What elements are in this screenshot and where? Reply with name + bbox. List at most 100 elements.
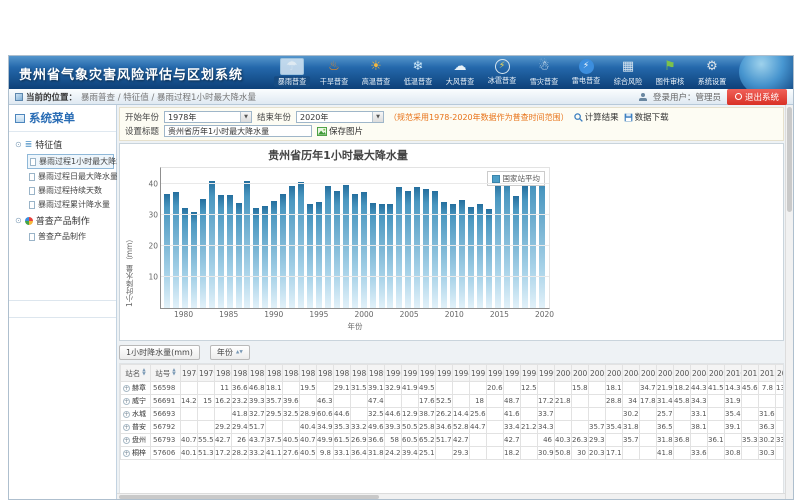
save-disk-icon xyxy=(624,113,633,122)
column-header-1991[interactable]: 1991 xyxy=(402,365,419,382)
column-header-1990[interactable]: 1990 xyxy=(385,365,402,382)
value-cell: 21.2 xyxy=(521,421,538,434)
chart-y-axis-label: 1小时降水量（mm） xyxy=(124,167,135,307)
table-row[interactable]: +盘州5679340.755.542.72643.737.540.540.749… xyxy=(121,434,785,447)
unit-button[interactable]: 1小时降水量(mm) xyxy=(119,345,200,360)
nav-items: ☂暴雨普查♨干旱普查☀高温普查❄低温普查☁大风普查⚡冰雹普查☃雪灾普查⚡雷电普查… xyxy=(273,57,731,87)
nav-item-lowtemp[interactable]: ❄低温普查 xyxy=(399,57,437,87)
tree-item[interactable]: 普查产品制作 xyxy=(27,230,114,243)
nav-item-rainstorm[interactable]: ☂暴雨普查 xyxy=(273,57,311,87)
column-header-1986[interactable]: 1986 xyxy=(317,365,334,382)
horizontal-scrollbar[interactable] xyxy=(117,493,785,500)
value-cell: 39.4 xyxy=(402,447,419,460)
calculate-button[interactable]: 计算结果 xyxy=(574,111,619,123)
column-header-2003[interactable]: 2003 xyxy=(606,365,623,382)
nav-item-wind[interactable]: ☁大风普查 xyxy=(441,57,479,87)
value-cell xyxy=(181,408,198,421)
column-header-1997[interactable]: 1997 xyxy=(504,365,521,382)
nav-item-risk[interactable]: ▦综合风险 xyxy=(609,57,647,87)
end-year-select[interactable]: 2020年 ▼ xyxy=(296,111,384,123)
nav-item-drought[interactable]: ♨干旱普查 xyxy=(315,57,353,87)
nav-item-map-review[interactable]: ⚑图件审核 xyxy=(651,57,689,87)
tree-item[interactable]: 暴雨过程日最大降水量 xyxy=(27,170,114,183)
value-cell xyxy=(470,447,487,460)
nav-item-heat[interactable]: ☀高温普查 xyxy=(357,57,395,87)
column-header-1994[interactable]: 1994 xyxy=(453,365,470,382)
column-header-1982[interactable]: 1982 xyxy=(249,365,266,382)
tree-group-header[interactable]: ⊙≣特征值 xyxy=(11,136,114,153)
expand-row-icon[interactable]: + xyxy=(123,398,130,405)
column-header-1984[interactable]: 1984 xyxy=(283,365,300,382)
column-header-1988[interactable]: 1988 xyxy=(351,365,368,382)
tree-item[interactable]: 暴雨过程累计降水量 xyxy=(27,198,114,211)
column-header-1996[interactable]: 1996 xyxy=(487,365,504,382)
bar-2004 xyxy=(396,187,402,308)
column-header-1998[interactable]: 1998 xyxy=(521,365,538,382)
value-cell: 32.5 xyxy=(368,408,385,421)
column-header-station[interactable]: 站名▲▼ xyxy=(121,365,151,382)
nav-item-lightning[interactable]: ⚡雷电普查 xyxy=(567,57,605,87)
value-cell: 33.7 xyxy=(538,408,555,421)
breadcrumb[interactable]: 暴雨普查 / 特征值 / 暴雨过程1小时最大降水量 xyxy=(81,91,256,103)
column-header-1993[interactable]: 1993 xyxy=(436,365,453,382)
column-header-2004[interactable]: 2004 xyxy=(623,365,640,382)
start-year-select[interactable]: 1978年 ▼ xyxy=(164,111,252,123)
expand-row-icon[interactable]: + xyxy=(123,385,130,392)
column-header-2007[interactable]: 2007 xyxy=(674,365,691,382)
tree-item[interactable]: 暴雨过程持续天数 xyxy=(27,184,114,197)
table-row[interactable]: +普安5679229.229.451.740.434.935.333.249.6… xyxy=(121,421,785,434)
bar-2003 xyxy=(387,204,393,308)
nav-item-settings[interactable]: ⚙系统设置 xyxy=(693,57,731,87)
save-image-button[interactable]: 保存图片 xyxy=(317,125,363,137)
column-header-1979[interactable]: 1979 xyxy=(198,365,215,382)
expand-toggle-icon[interactable]: ⊙ xyxy=(15,140,22,149)
column-header-2005[interactable]: 2005 xyxy=(640,365,657,382)
table-row[interactable]: +水城5669341.832.729.532.528.960.644.632.5… xyxy=(121,408,785,421)
year-sort-button[interactable]: 年份 ▲▼ xyxy=(210,345,250,360)
expand-row-icon[interactable]: + xyxy=(123,437,130,444)
column-header-2006[interactable]: 2006 xyxy=(657,365,674,382)
nav-item-label: 综合风险 xyxy=(610,76,646,86)
column-header-1995[interactable]: 1995 xyxy=(470,365,487,382)
horizontal-scrollbar-thumb[interactable] xyxy=(119,495,379,499)
column-header-2013[interactable]: 2013 xyxy=(776,365,785,382)
vertical-scrollbar-thumb[interactable] xyxy=(787,107,792,212)
column-header-1985[interactable]: 1985 xyxy=(300,365,317,382)
expand-toggle-icon[interactable]: ⊙ xyxy=(15,216,22,225)
column-header-1987[interactable]: 1987 xyxy=(334,365,351,382)
table-row[interactable]: +赫章565981136.646.818.119.529.131.539.132… xyxy=(121,382,785,395)
value-cell xyxy=(640,434,657,447)
wind-icon: ☁ xyxy=(448,58,472,75)
column-header-2008[interactable]: 2008 xyxy=(691,365,708,382)
nav-item-hail[interactable]: ⚡冰雹普查 xyxy=(483,57,521,87)
vertical-scrollbar[interactable] xyxy=(785,105,793,500)
value-cell xyxy=(283,382,300,395)
column-header-1980[interactable]: 1980 xyxy=(215,365,232,382)
expand-row-icon[interactable]: + xyxy=(123,450,130,457)
tree-group-header[interactable]: ⊙普查产品制作 xyxy=(11,212,114,229)
column-header-1978[interactable]: 1978 xyxy=(181,365,198,382)
table-row[interactable]: +威宁5669114.21516.223.239.335.739.646.347… xyxy=(121,395,785,408)
download-button[interactable]: 数据下载 xyxy=(624,111,669,123)
logout-button[interactable]: 退出系统 xyxy=(727,89,787,105)
column-header-2011[interactable]: 2011 xyxy=(742,365,759,382)
column-header-2012[interactable]: 2012 xyxy=(759,365,776,382)
column-header-1983[interactable]: 1983 xyxy=(266,365,283,382)
column-header-2010[interactable]: 2010 xyxy=(725,365,742,382)
column-header-2002[interactable]: 2002 xyxy=(589,365,606,382)
column-header-2009[interactable]: 2009 xyxy=(708,365,725,382)
column-header-1992[interactable]: 1992 xyxy=(419,365,436,382)
column-header-1981[interactable]: 1981 xyxy=(232,365,249,382)
nav-item-snow[interactable]: ☃雪灾普查 xyxy=(525,57,563,87)
column-header-1999[interactable]: 1999 xyxy=(538,365,555,382)
expand-row-icon[interactable]: + xyxy=(123,411,130,418)
column-header-id[interactable]: 站号▲▼ xyxy=(151,365,181,382)
chart-title-input[interactable] xyxy=(164,125,312,137)
column-header-1989[interactable]: 1989 xyxy=(368,365,385,382)
table-row[interactable]: +桐梓5760640.151.317.228.233.241.127.640.5… xyxy=(121,447,785,460)
expand-row-icon[interactable]: + xyxy=(123,424,130,431)
tree-item[interactable]: 暴雨过程1小时最大降水量 xyxy=(27,154,114,169)
end-year-value: 2020年 xyxy=(300,112,328,123)
column-header-2001[interactable]: 2001 xyxy=(572,365,589,382)
column-header-2000[interactable]: 2000 xyxy=(555,365,572,382)
